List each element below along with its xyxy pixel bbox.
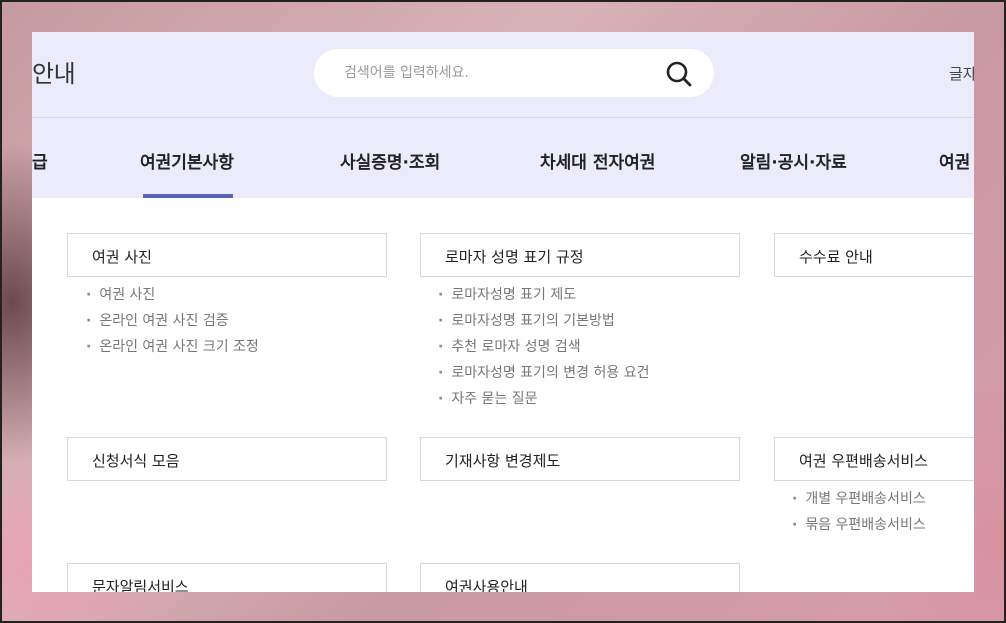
submenu-item[interactable]: 자주 묻는 질문 bbox=[438, 388, 649, 414]
section-fees[interactable]: 수수료 안내 bbox=[774, 233, 974, 277]
submenu-item[interactable]: 로마자성명 표기 제도 bbox=[438, 284, 649, 310]
font-size-control[interactable]: 글자 bbox=[949, 63, 974, 84]
search-input[interactable] bbox=[344, 61, 644, 85]
nav-item-notices[interactable]: 알림·공시·자료 bbox=[740, 148, 847, 173]
submenu-item[interactable]: 온라인 여권 사진 검증 bbox=[86, 310, 259, 336]
submenu-romanization: 로마자성명 표기 제도 로마자성명 표기의 기본방법 추천 로마자 성명 검색 … bbox=[438, 284, 649, 414]
section-application-forms[interactable]: 신청서식 모음 bbox=[67, 437, 387, 481]
nav-item-passport-basics[interactable]: 여권기본사항 bbox=[140, 148, 234, 173]
section-passport-usage[interactable]: 여권사용안내 bbox=[420, 563, 740, 592]
site-title[interactable]: 안내 bbox=[32, 54, 76, 89]
main-nav: 급 여권기본사항 사실증명·조회 차세대 전자여권 알림·공시·자료 여권 bbox=[32, 118, 974, 198]
nav-active-indicator bbox=[143, 194, 233, 198]
nav-item-partial-right[interactable]: 여권 bbox=[939, 148, 970, 173]
browser-page: 안내 글자 급 여권기본사항 사실증명·조회 차세대 전자여권 알림·공시·자료… bbox=[32, 32, 974, 592]
submenu-item[interactable]: 여권 사진 bbox=[86, 284, 259, 310]
section-postal-delivery[interactable]: 여권 우편배송서비스 bbox=[774, 437, 974, 481]
nav-item-certification[interactable]: 사실증명·조회 bbox=[340, 148, 440, 173]
search-button[interactable] bbox=[664, 59, 694, 89]
search-icon bbox=[666, 61, 692, 87]
submenu-item[interactable]: 온라인 여권 사진 크기 조정 bbox=[86, 336, 258, 362]
submenu-item[interactable]: 추천 로마자 성명 검색 bbox=[438, 336, 649, 362]
nav-item-partial-left[interactable]: 급 bbox=[32, 148, 48, 173]
submenu-item[interactable]: 개별 우편배송서비스 bbox=[792, 488, 925, 514]
site-header: 안내 글자 bbox=[32, 32, 974, 118]
section-sms-alert[interactable]: 문자알림서비스 bbox=[67, 563, 387, 592]
section-entry-change[interactable]: 기재사항 변경제도 bbox=[420, 437, 740, 481]
submenu-item[interactable]: 로마자성명 표기의 변경 허용 요건 bbox=[438, 362, 649, 388]
submenu-passport-photo: 여권 사진 온라인 여권 사진 검증 온라인 여권 사진 크기 조정 bbox=[86, 284, 259, 362]
search-bar bbox=[314, 49, 714, 97]
submenu-postal-delivery: 개별 우편배송서비스 묶음 우편배송서비스 bbox=[792, 488, 925, 540]
nav-item-next-gen-passport[interactable]: 차세대 전자여권 bbox=[540, 148, 655, 173]
section-romanization[interactable]: 로마자 성명 표기 규정 bbox=[420, 233, 740, 277]
submenu-item[interactable]: 로마자성명 표기의 기본방법 bbox=[438, 310, 649, 336]
submenu-item[interactable]: 묶음 우편배송서비스 bbox=[792, 514, 925, 540]
section-passport-photo[interactable]: 여권 사진 bbox=[67, 233, 387, 277]
